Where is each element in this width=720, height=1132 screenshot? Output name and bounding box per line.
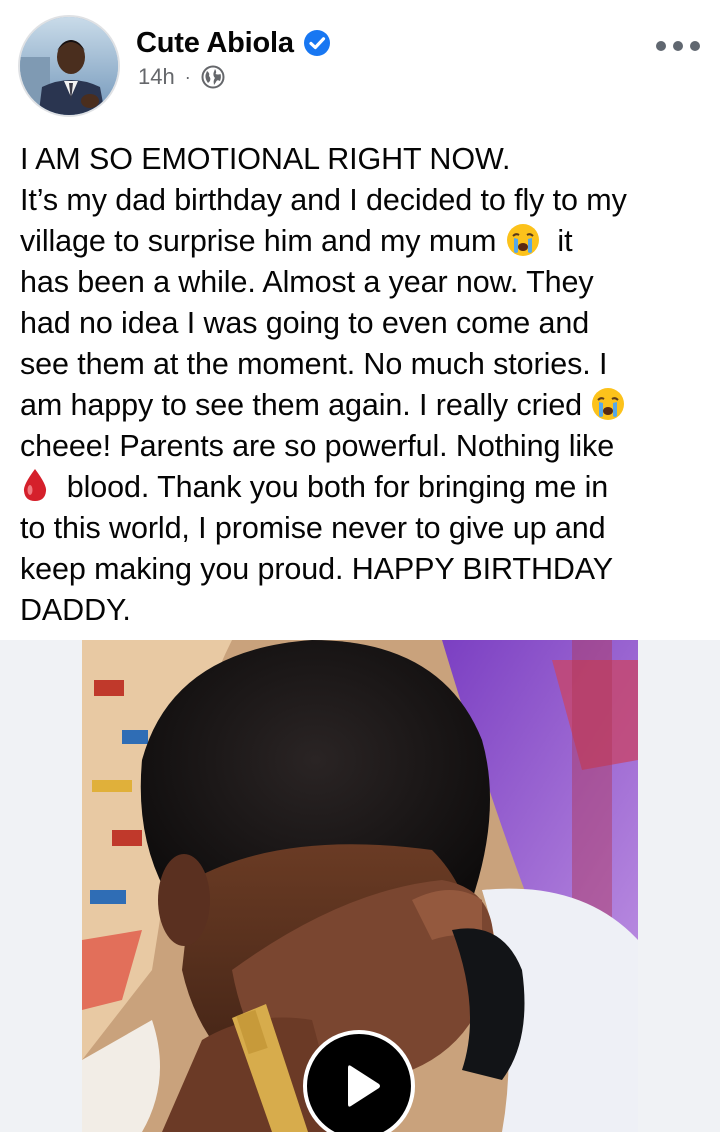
meta-separator: · [184, 66, 191, 87]
crying-face-emoji [506, 224, 539, 256]
post-timestamp[interactable]: 14h [138, 64, 175, 90]
post-meta: 14h · [138, 62, 225, 92]
verified-badge-icon [303, 30, 330, 56]
text-line: to this world, I promise never to give u… [20, 511, 606, 545]
more-options-icon[interactable] [656, 34, 700, 58]
author-name[interactable]: Cute Abiola [136, 27, 294, 60]
text-line: am happy to see them again. I really cri… [20, 388, 591, 422]
drop-of-blood-emoji [23, 469, 47, 501]
author-row: Cute Abiola [136, 24, 331, 62]
crying-face-emoji [592, 388, 625, 420]
more-dot [673, 41, 683, 51]
text-line: keep making you proud. HAPPY BIRTHDAY [20, 552, 614, 586]
post-video[interactable] [0, 640, 720, 1132]
post-header: Cute Abiola 14h · [0, 0, 720, 130]
more-dot [656, 41, 666, 51]
post-text: I AM SO EMOTIONAL RIGHT NOW. It’s my dad… [20, 139, 710, 631]
play-button[interactable] [303, 1030, 415, 1132]
play-icon [348, 1065, 380, 1107]
globe-icon [201, 65, 225, 89]
text-line: DADDY. [20, 593, 131, 627]
text-line: village to surprise him and my mum [20, 224, 505, 258]
more-dot [690, 41, 700, 51]
text-line: blood. Thank you both for bringing me in [50, 470, 609, 504]
text-line: has been a while. Almost a year now. The… [20, 265, 594, 299]
avatar[interactable] [18, 15, 120, 117]
text-line: I AM SO EMOTIONAL RIGHT NOW. [20, 142, 511, 176]
text-line: It’s my dad birthday and I decided to fl… [20, 183, 627, 217]
text-line: cheee! Parents are so powerful. Nothing … [20, 429, 615, 463]
text-line: see them at the moment. No much stories.… [20, 347, 608, 381]
text-line: it [540, 224, 573, 258]
text-line: had no idea I was going to even come and [20, 306, 590, 340]
